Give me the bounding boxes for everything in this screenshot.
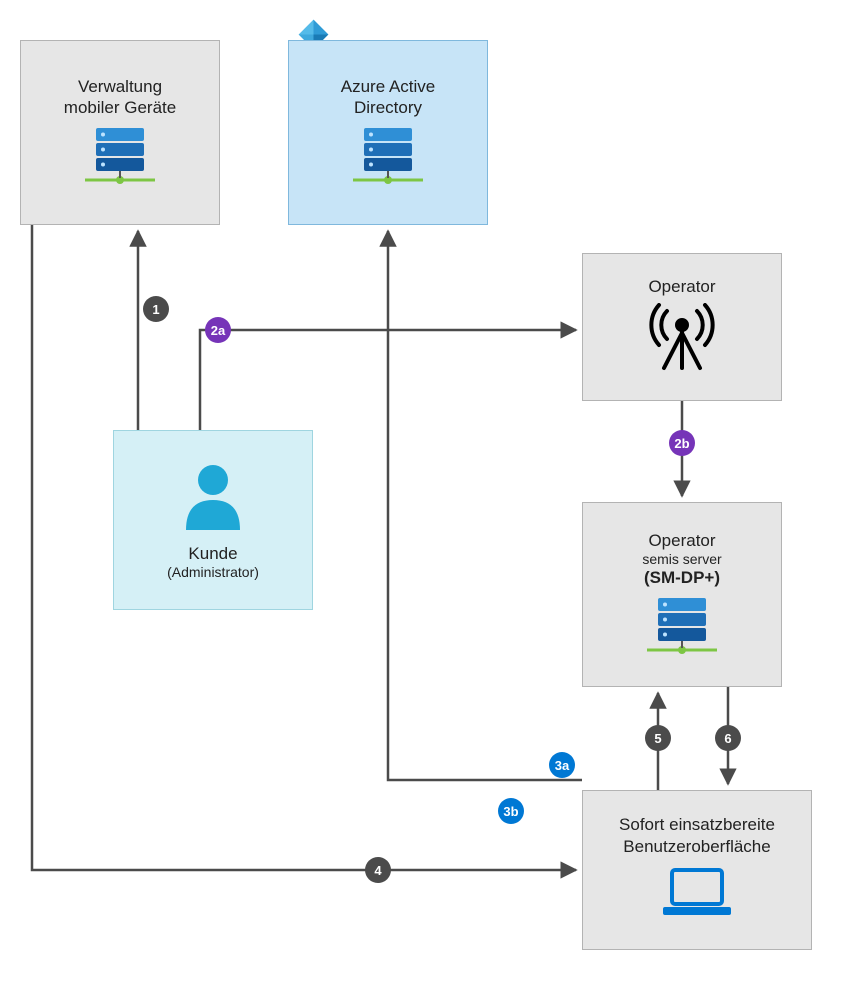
laptop-icon xyxy=(658,867,736,926)
server-title: Operator xyxy=(648,530,715,551)
badge-4: 4 xyxy=(365,857,391,883)
badge-3a: 3a xyxy=(549,752,575,778)
badge-3b: 3b xyxy=(498,798,524,824)
user-icon xyxy=(178,460,248,537)
badge-6: 6 xyxy=(715,725,741,751)
server-sub2: (SM-DP+) xyxy=(644,567,720,588)
server-sub1: semis server xyxy=(642,551,721,567)
badge-1: 1 xyxy=(143,296,169,322)
kunde-title: Kunde xyxy=(188,543,237,564)
aad-title: Azure Active xyxy=(341,76,436,97)
badge-2b: 2b xyxy=(669,430,695,456)
node-aad: Azure Active Directory xyxy=(288,40,488,225)
server-icon xyxy=(353,128,423,189)
oobe-line1: Sofort einsatzbereite xyxy=(619,814,775,835)
mdm-subtitle: mobiler Geräte xyxy=(64,97,176,118)
badge-5: 5 xyxy=(645,725,671,751)
antenna-icon xyxy=(647,303,717,378)
node-operator: Operator xyxy=(582,253,782,401)
mdm-title: Verwaltung xyxy=(78,76,162,97)
oobe-line2: Benutzeroberfläche xyxy=(623,836,770,857)
badge-2a: 2a xyxy=(205,317,231,343)
node-kunde: Kunde (Administrator) xyxy=(113,430,313,610)
server-icon xyxy=(647,598,717,659)
kunde-subtitle: (Administrator) xyxy=(167,564,259,580)
server-icon xyxy=(85,128,155,189)
operator-title: Operator xyxy=(648,276,715,297)
node-mdm: Verwaltung mobiler Geräte xyxy=(20,40,220,225)
aad-subtitle: Directory xyxy=(354,97,422,118)
node-server: Operator semis server (SM-DP+) xyxy=(582,502,782,687)
node-oobe: Sofort einsatzbereite Benutzeroberfläche xyxy=(582,790,812,950)
